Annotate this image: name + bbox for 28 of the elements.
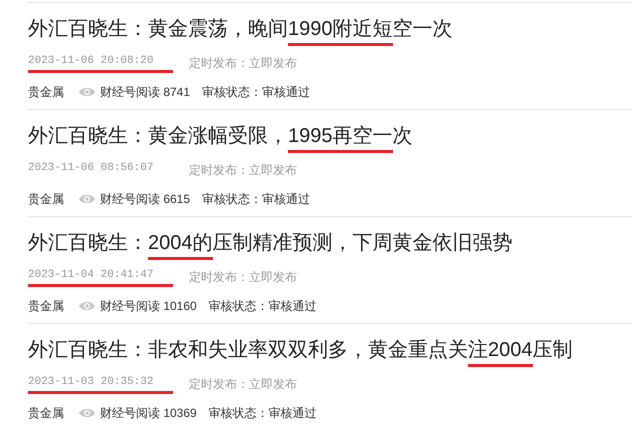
read-count: 财经号阅读 6615 bbox=[100, 190, 190, 208]
read-count: 财经号阅读 8741 bbox=[100, 84, 190, 100]
publish-mode: 定时发布：立即发布 bbox=[189, 162, 297, 179]
article-title[interactable]: 外汇百晓生：非农和失业率双双利多，黄金重点关注2004压制 bbox=[28, 336, 632, 364]
publish-date: 2023-11-06 08:56:07 bbox=[28, 161, 154, 176]
review-status: 审核状态：审核通过 bbox=[202, 190, 310, 208]
read-count: 财经号阅读 10369 bbox=[100, 404, 197, 422]
publish-date: 2023-11-03 20:35:32 bbox=[28, 374, 173, 394]
category-label: 贵金属 bbox=[28, 298, 64, 314]
review-status: 审核状态：审核通过 bbox=[202, 84, 310, 100]
eye-icon bbox=[78, 300, 96, 312]
publish-date: 2023-11-04 20:41:47 bbox=[28, 267, 173, 286]
category-label: 贵金属 bbox=[28, 190, 64, 208]
review-status: 审核状态：审核通过 bbox=[208, 298, 317, 314]
read-count: 财经号阅读 10160 bbox=[100, 298, 197, 314]
publish-mode: 定时发布：立即发布 bbox=[189, 54, 297, 72]
category-label: 贵金属 bbox=[28, 404, 64, 422]
category-label: 贵金属 bbox=[28, 84, 64, 100]
publish-date: 2023-11-06 20:08:20 bbox=[28, 53, 173, 72]
eye-icon bbox=[78, 192, 96, 204]
article-title[interactable]: 外汇百晓生：2004的压制精准预测，下周黄金依旧强势 bbox=[28, 229, 632, 257]
article-title[interactable]: 外汇百晓生：黄金涨幅受限，1995再空一次 bbox=[28, 122, 632, 150]
publish-mode: 定时发布：立即发布 bbox=[189, 268, 297, 286]
eye-icon bbox=[78, 86, 96, 98]
eye-icon bbox=[78, 406, 96, 418]
review-status: 审核状态：审核通过 bbox=[208, 404, 317, 422]
publish-mode: 定时发布：立即发布 bbox=[189, 376, 297, 393]
article-title[interactable]: 外汇百晓生：黄金震荡，晚间1990附近短空一次 bbox=[28, 15, 632, 43]
